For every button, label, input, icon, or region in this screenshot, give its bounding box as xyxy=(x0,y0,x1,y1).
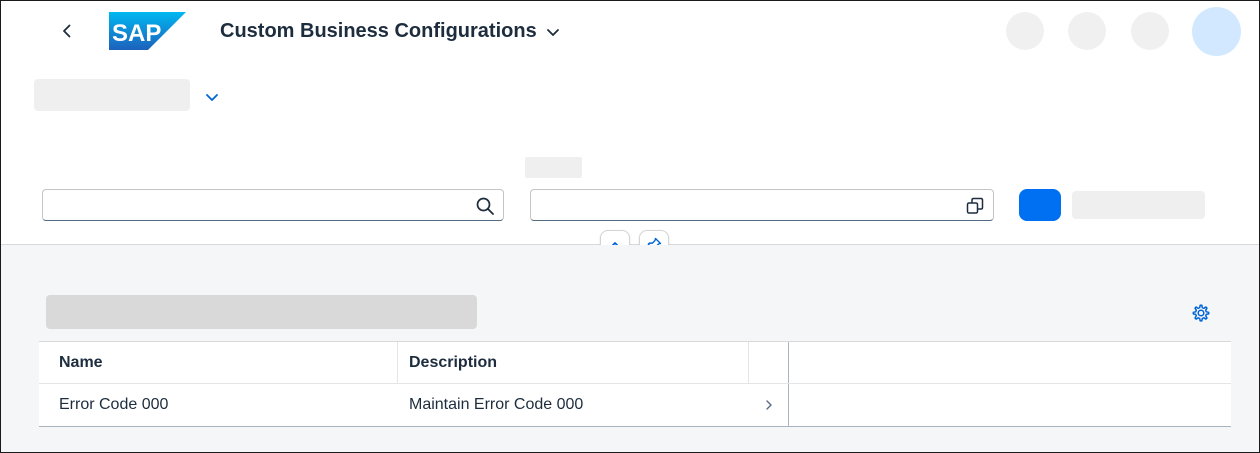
value-help-field[interactable] xyxy=(530,189,994,221)
shell-action-button-3[interactable] xyxy=(1131,12,1169,50)
search-icon[interactable] xyxy=(475,196,495,216)
table-settings-button[interactable] xyxy=(1189,301,1213,325)
value-help-icon[interactable] xyxy=(965,196,985,216)
search-field[interactable] xyxy=(42,189,504,221)
configurations-table: Name Description Error Code 000 Maintain… xyxy=(39,341,1231,427)
content-area: Name Description Error Code 000 Maintain… xyxy=(1,245,1259,452)
cell-name: Error Code 000 xyxy=(59,396,169,413)
search-input[interactable] xyxy=(51,194,461,216)
chevron-down-icon xyxy=(545,24,561,40)
app-title-menu[interactable]: Custom Business Configurations xyxy=(220,20,561,43)
column-header-name[interactable]: Name xyxy=(39,342,398,383)
go-button[interactable] xyxy=(1019,189,1061,221)
gear-icon xyxy=(1192,304,1210,322)
row-filler xyxy=(789,384,1231,426)
sap-logo[interactable]: SAP xyxy=(109,12,186,50)
chevron-down-icon xyxy=(206,94,218,101)
adapt-filters-button[interactable] xyxy=(1072,191,1205,219)
cell-description: Maintain Error Code 000 xyxy=(409,396,584,413)
table-header-row: Name Description xyxy=(39,342,1231,384)
column-header-filler xyxy=(789,342,1231,383)
back-button[interactable] xyxy=(51,15,83,47)
app-window: SAP Custom Business Configurations Name … xyxy=(0,0,1260,453)
back-chevron-icon xyxy=(63,24,71,38)
shell-action-button-1[interactable] xyxy=(1006,12,1044,50)
table-row[interactable]: Error Code 000 Maintain Error Code 000 xyxy=(39,384,1231,426)
column-header-description[interactable]: Description xyxy=(398,342,749,383)
variant-title-placeholder xyxy=(34,79,190,111)
chevron-right-icon xyxy=(765,400,772,410)
variant-dropdown-button[interactable] xyxy=(202,87,222,107)
app-title: Custom Business Configurations xyxy=(220,20,537,42)
value-help-input[interactable] xyxy=(539,194,951,216)
avatar[interactable] xyxy=(1192,7,1241,56)
table-title-placeholder xyxy=(46,295,477,329)
column-header-navigation xyxy=(749,342,789,383)
shell-action-button-2[interactable] xyxy=(1068,12,1106,50)
shell-bar: SAP Custom Business Configurations xyxy=(1,1,1259,61)
logo-text: SAP xyxy=(112,20,161,47)
row-navigation-button[interactable] xyxy=(749,384,789,426)
filter-label-placeholder xyxy=(525,157,582,178)
